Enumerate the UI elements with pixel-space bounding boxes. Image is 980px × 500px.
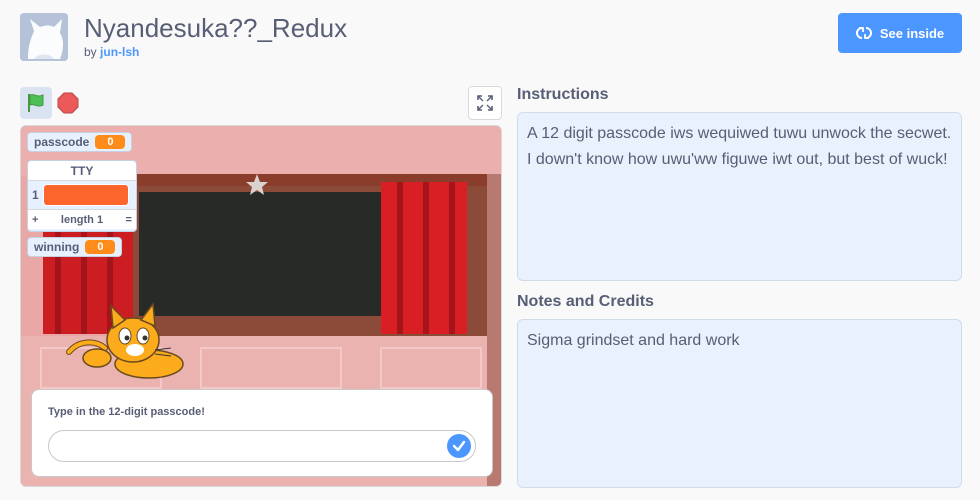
tty-list-cell[interactable] (42, 184, 129, 206)
list-length-label: length 1 (60, 213, 104, 226)
instructions-heading: Instructions (517, 86, 609, 103)
ask-prompt-label: Type in the 12-digit passcode! (48, 406, 205, 418)
green-flag-icon (28, 94, 44, 112)
notes-heading: Notes and Credits (517, 293, 654, 310)
tty-list-index: 1 (32, 188, 39, 202)
tty-list-title: TTY (28, 161, 136, 181)
green-flag-button[interactable] (20, 87, 52, 119)
notes-box: Sigma grindset and hard work (517, 319, 962, 488)
winning-monitor-label: winning (34, 240, 80, 254)
ask-prompt-box: Type in the 12-digit passcode! (31, 389, 493, 477)
passcode-monitor-label: passcode (34, 135, 90, 149)
ask-input-wrapper (48, 430, 476, 462)
see-inside-icon (855, 27, 872, 39)
project-title: Nyandesuka??_Redux (84, 13, 348, 43)
stop-button[interactable] (56, 91, 80, 115)
stop-icon (57, 92, 79, 114)
project-thumbnail (20, 13, 68, 61)
see-inside-button[interactable]: See inside (838, 13, 962, 53)
ask-submit-button[interactable] (447, 434, 471, 458)
fullscreen-button[interactable] (468, 86, 502, 120)
tty-list-footer: + length 1 = (28, 209, 136, 229)
winning-monitor-value: 0 (85, 240, 116, 254)
tty-list-monitor[interactable]: TTY 1 + length 1 = (27, 160, 137, 232)
instructions-text: A 12 digit passcode iws wequiwed tuwu un… (527, 125, 952, 168)
project-byline: by jun-lsh (84, 45, 139, 59)
instructions-box: A 12 digit passcode iws wequiwed tuwu un… (517, 112, 962, 281)
list-add-button[interactable]: + (32, 214, 38, 226)
winning-monitor[interactable]: winning 0 (27, 237, 123, 257)
cat-silhouette-icon (20, 13, 68, 61)
passcode-monitor-value: 0 (95, 135, 126, 149)
tty-list-item: 1 (28, 181, 136, 209)
checkmark-icon (452, 440, 466, 452)
by-label: by (84, 45, 97, 59)
ask-input[interactable] (49, 431, 439, 461)
notes-text: Sigma grindset and hard work (527, 332, 740, 349)
project-stage[interactable]: passcode 0 TTY 1 + length 1 = winning 0 … (20, 125, 502, 487)
list-resize-handle[interactable]: = (126, 214, 132, 226)
passcode-monitor[interactable]: passcode 0 (27, 132, 133, 152)
fullscreen-icon (477, 95, 493, 111)
see-inside-label: See inside (879, 25, 945, 41)
author-link[interactable]: jun-lsh (100, 45, 139, 59)
